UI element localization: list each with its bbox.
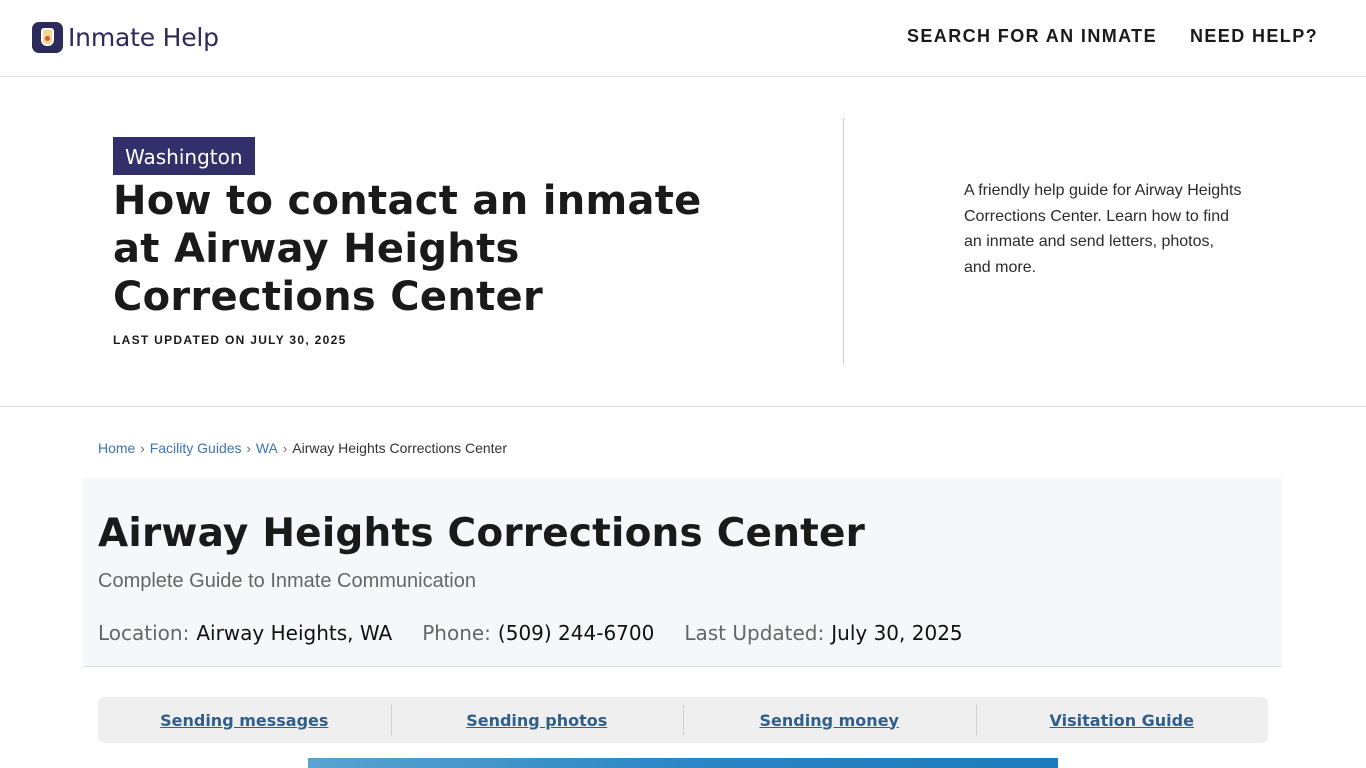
facility-subtitle: Complete Guide to Inmate Communication (98, 570, 476, 592)
location-label: Location: (98, 621, 190, 645)
facility-title: Airway Heights Corrections Center (98, 511, 866, 556)
logo-icon (32, 22, 63, 53)
last-updated: LAST UPDATED ON JULY 30, 2025 (113, 333, 347, 347)
logo-text: Inmate Help (68, 23, 219, 52)
tab-sending-photos: Sending photos (390, 697, 684, 743)
tab-link-sending-messages[interactable]: Sending messages (160, 711, 328, 730)
tab-link-sending-photos[interactable]: Sending photos (466, 711, 607, 730)
breadcrumb: Home › Facility Guides › WA › Airway Hei… (98, 440, 507, 456)
facility-meta: Location: Airway Heights, WA Phone: (509… (98, 621, 963, 645)
updated-value: July 30, 2025 (831, 621, 963, 645)
facility-updated: Last Updated: July 30, 2025 (684, 621, 962, 645)
facility-location: Location: Airway Heights, WA (98, 621, 392, 645)
nav-need-help[interactable]: NEED HELP? (1190, 26, 1318, 47)
page-title: How to contact an inmate at Airway Heigh… (113, 178, 702, 320)
state-badge[interactable]: Washington (113, 137, 255, 175)
breadcrumb-home[interactable]: Home (98, 440, 135, 456)
location-value: Airway Heights, WA (196, 621, 393, 645)
breadcrumb-current: Airway Heights Corrections Center (292, 440, 507, 456)
breadcrumb-facility-guides[interactable]: Facility Guides (150, 440, 242, 456)
hero-description: A friendly help guide for Airway Heights… (964, 182, 1242, 276)
tab-visitation-guide: Visitation Guide (975, 697, 1269, 743)
facility-image (308, 758, 1058, 768)
tab-link-sending-money[interactable]: Sending money (760, 711, 899, 730)
phone-value[interactable]: (509) 244-6700 (498, 621, 654, 645)
tab-link-visitation-guide[interactable]: Visitation Guide (1050, 711, 1194, 730)
nav-search-inmate[interactable]: SEARCH FOR AN INMATE (907, 26, 1157, 47)
hero-section: Washington How to contact an inmate at A… (0, 77, 1366, 407)
site-header: Inmate Help SEARCH FOR AN INMATE NEED HE… (0, 0, 1366, 77)
tab-sending-messages: Sending messages (98, 697, 391, 743)
updated-label: Last Updated: (684, 621, 825, 645)
tab-sending-money: Sending money (683, 697, 976, 743)
facility-card: Airway Heights Corrections Center Comple… (83, 478, 1282, 667)
phone-label: Phone: (422, 621, 491, 645)
breadcrumb-separator: › (282, 440, 288, 456)
hero-divider (843, 118, 844, 364)
breadcrumb-state[interactable]: WA (256, 440, 278, 456)
guide-tabs: Sending messages Sending photos Sending … (98, 697, 1268, 743)
logo-link[interactable]: Inmate Help (32, 22, 219, 53)
breadcrumb-separator: › (246, 440, 251, 456)
breadcrumb-separator: › (140, 440, 145, 456)
main-nav: SEARCH FOR AN INMATE NEED HELP? (907, 26, 1318, 47)
facility-phone: Phone: (509) 244-6700 (422, 621, 654, 645)
